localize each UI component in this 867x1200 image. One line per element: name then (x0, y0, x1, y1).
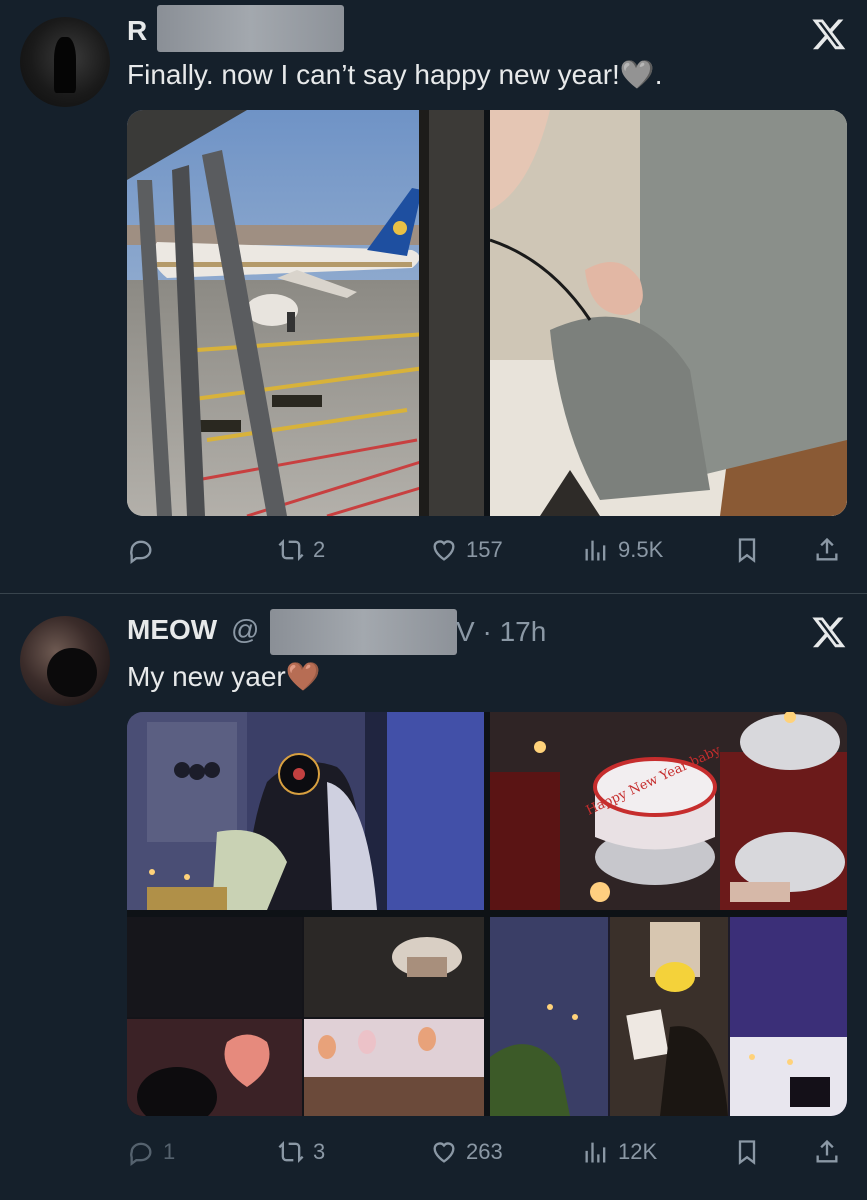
tweet-text: My new yaer🤎 (127, 661, 321, 692)
redacted-handle (157, 5, 344, 52)
reply-button[interactable]: 1 (127, 1132, 175, 1172)
retweet-icon (278, 539, 304, 561)
views-icon (585, 540, 606, 561)
bookmark-icon (738, 538, 756, 563)
retweet-icon (278, 1141, 304, 1163)
display-name-row: MEOW @ (127, 614, 259, 646)
bookmark-button[interactable] (733, 530, 761, 570)
avatar[interactable] (20, 616, 110, 706)
bookmark-icon (738, 1140, 756, 1165)
reply-button[interactable] (127, 530, 163, 570)
media-photo-cake[interactable]: Happy New Year baby (490, 712, 847, 910)
redacted-handle (270, 609, 457, 655)
display-name[interactable]: MEOW (127, 614, 217, 645)
timestamp[interactable]: · 17h (482, 616, 546, 647)
handle-prefix[interactable]: @ (231, 614, 259, 645)
airport-photo-illustration (127, 110, 484, 516)
views-count: 9.5K (618, 537, 664, 562)
reply-count: 1 (163, 1139, 176, 1164)
share-button[interactable] (813, 530, 841, 570)
media-photo-collage-left[interactable] (127, 917, 484, 1116)
views-icon (585, 1142, 606, 1163)
views-button[interactable]: 12K (582, 1132, 657, 1172)
tweet-text: Finally. now I can’t say happy new year!… (127, 59, 663, 90)
selfie-photo-illustration (127, 712, 484, 910)
avatar-figure (54, 36, 76, 93)
tweet-card[interactable]: R Finally. now I can’t say happy new yea… (0, 0, 867, 593)
like-count: 157 (466, 537, 503, 562)
handle-suffix: V (456, 616, 475, 647)
avatar-figure (47, 647, 97, 697)
like-button[interactable]: 263 (430, 1132, 503, 1172)
media-photo-collage-right[interactable] (490, 917, 847, 1116)
reply-icon (130, 1142, 152, 1166)
like-icon (433, 1142, 455, 1163)
share-icon (816, 1139, 838, 1163)
share-button[interactable] (813, 1132, 841, 1172)
views-count: 12K (618, 1139, 658, 1164)
retweet-count: 3 (313, 1139, 326, 1164)
views-button[interactable]: 9.5K (582, 530, 663, 570)
media-photo-hoodie[interactable] (490, 110, 847, 516)
collage-right-illustration (490, 917, 847, 1116)
media-grid: Happy New Year baby (127, 712, 847, 1116)
cake-photo-illustration: Happy New Year baby (490, 712, 847, 910)
action-bar: 1 3 263 12K (127, 1132, 847, 1172)
handle-suffix-time: V · 17h (456, 616, 546, 648)
tweet-card[interactable]: MEOW @ V · 17h My new yaer🤎 Happy New Ye… (0, 594, 867, 1200)
media-grid (127, 110, 847, 516)
x-logo-icon[interactable] (811, 614, 847, 650)
display-name[interactable]: R (127, 15, 147, 47)
collage-left-illustration (127, 917, 484, 1116)
reply-icon (130, 540, 152, 564)
retweet-button[interactable]: 3 (277, 1132, 325, 1172)
media-photo-selfie[interactable] (127, 712, 484, 910)
retweet-count: 2 (313, 537, 326, 562)
hoodie-photo-illustration (490, 110, 847, 516)
action-bar: 2 157 9.5K (127, 530, 847, 570)
retweet-button[interactable]: 2 (277, 530, 325, 570)
bookmark-button[interactable] (733, 1132, 761, 1172)
x-logo-icon[interactable] (811, 16, 847, 52)
share-icon (816, 537, 838, 561)
media-photo-airport[interactable] (127, 110, 484, 516)
avatar[interactable] (20, 17, 110, 107)
like-icon (433, 540, 455, 561)
like-count: 263 (466, 1139, 503, 1164)
like-button[interactable]: 157 (430, 530, 503, 570)
